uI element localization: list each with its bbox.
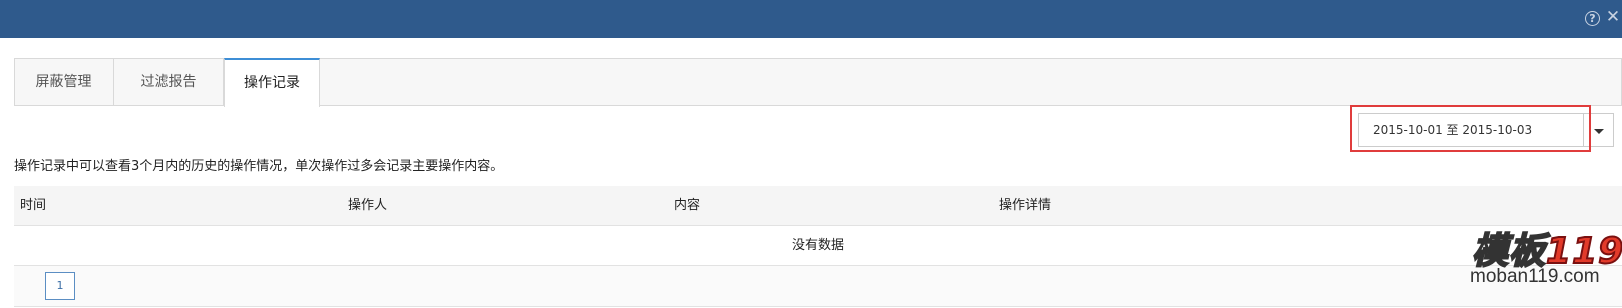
tab-block-management[interactable]: 屏蔽管理 xyxy=(14,58,114,106)
column-header-content: 内容 xyxy=(674,198,701,213)
operation-log-table: 时间 操作人 内容 操作详情 没有数据 1 xyxy=(14,186,1622,307)
help-icon[interactable]: ? xyxy=(1585,11,1600,26)
empty-table-message: 没有数据 xyxy=(14,226,1622,266)
watermark: 模板119 moban119.com xyxy=(1464,222,1622,308)
page-button-1[interactable]: 1 xyxy=(45,272,75,300)
column-header-time: 时间 xyxy=(20,198,47,213)
operation-log-note: 操作记录中可以查看3个月内的历史的操作情况，单次操作过多会记录主要操作内容。 xyxy=(14,159,504,174)
close-icon[interactable]: ✕ xyxy=(1605,9,1621,26)
pagination: 1 xyxy=(14,266,1622,306)
tab-operation-log[interactable]: 操作记录 xyxy=(224,58,320,107)
watermark-url: moban119.com xyxy=(1470,266,1600,287)
tab-bar: 屏蔽管理 过滤报告 操作记录 xyxy=(14,58,1622,107)
date-range-highlight xyxy=(1350,105,1591,152)
table-header: 时间 操作人 内容 操作详情 xyxy=(14,186,1622,226)
column-header-operator: 操作人 xyxy=(348,198,388,213)
window-titlebar: ? ✕ xyxy=(0,0,1622,38)
tab-filter-report[interactable]: 过滤报告 xyxy=(114,58,224,106)
column-header-details: 操作详情 xyxy=(999,198,1052,213)
